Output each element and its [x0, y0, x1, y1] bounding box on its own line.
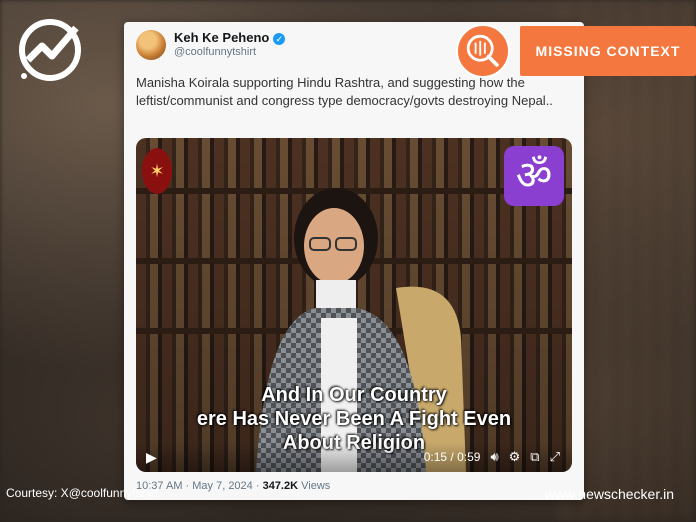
video-time: 0:15 / 0:59	[423, 450, 481, 464]
volume-icon[interactable]: 🔊︎	[490, 449, 498, 465]
user-handle[interactable]: @coolfunnytshirt	[174, 46, 256, 58]
fullscreen-icon[interactable]: ⤢	[550, 449, 560, 465]
video-player[interactable]: ✶ ॐ And In Our Country ere Has Never Bee…	[136, 138, 572, 472]
tweet-text: Manisha Koirala supporting Hindu Rashtra…	[136, 75, 553, 108]
views-label: Views	[298, 480, 331, 492]
avatar[interactable]	[136, 30, 166, 60]
play-icon[interactable]: ▶	[146, 449, 157, 466]
site-url[interactable]: www.newschecker.in	[545, 486, 674, 502]
emblem-icon: ✶	[142, 148, 172, 194]
magnifier-icon	[456, 24, 510, 78]
picture-in-picture-icon[interactable]: ⧉	[530, 449, 539, 465]
tweet-meta: 10:37 AM · May 7, 2024 · 347.2K Views	[136, 480, 330, 492]
controls-right: 0:15 / 0:59 🔊︎ ⚙ ⧉ ⤢	[424, 449, 560, 465]
courtesy-credit: Courtesy: X@coolfunnytshirt	[6, 486, 159, 500]
newschecker-logo-icon	[19, 19, 81, 81]
subtitle-line: ere Has Never Been A Fight Even	[196, 408, 512, 430]
gear-icon[interactable]: ⚙	[509, 449, 521, 465]
display-name: Keh Ke Peheno	[174, 30, 270, 45]
subtitle-line: And In Our Country	[261, 384, 447, 406]
verified-badge-icon: ✓	[273, 32, 286, 45]
views-count: 347.2K	[262, 480, 299, 492]
tweet-card: Keh Ke Peheno ✓ @coolfunnytshirt Manisha …	[124, 22, 584, 500]
video-controls: ▶ 0:15 / 0:59 🔊︎ ⚙ ⧉ ⤢	[136, 442, 572, 472]
om-symbol-icon: ॐ	[504, 146, 564, 206]
missing-context-badge: MISSING CONTEXT	[520, 26, 696, 76]
user-name[interactable]: Keh Ke Peheno ✓	[174, 30, 286, 45]
